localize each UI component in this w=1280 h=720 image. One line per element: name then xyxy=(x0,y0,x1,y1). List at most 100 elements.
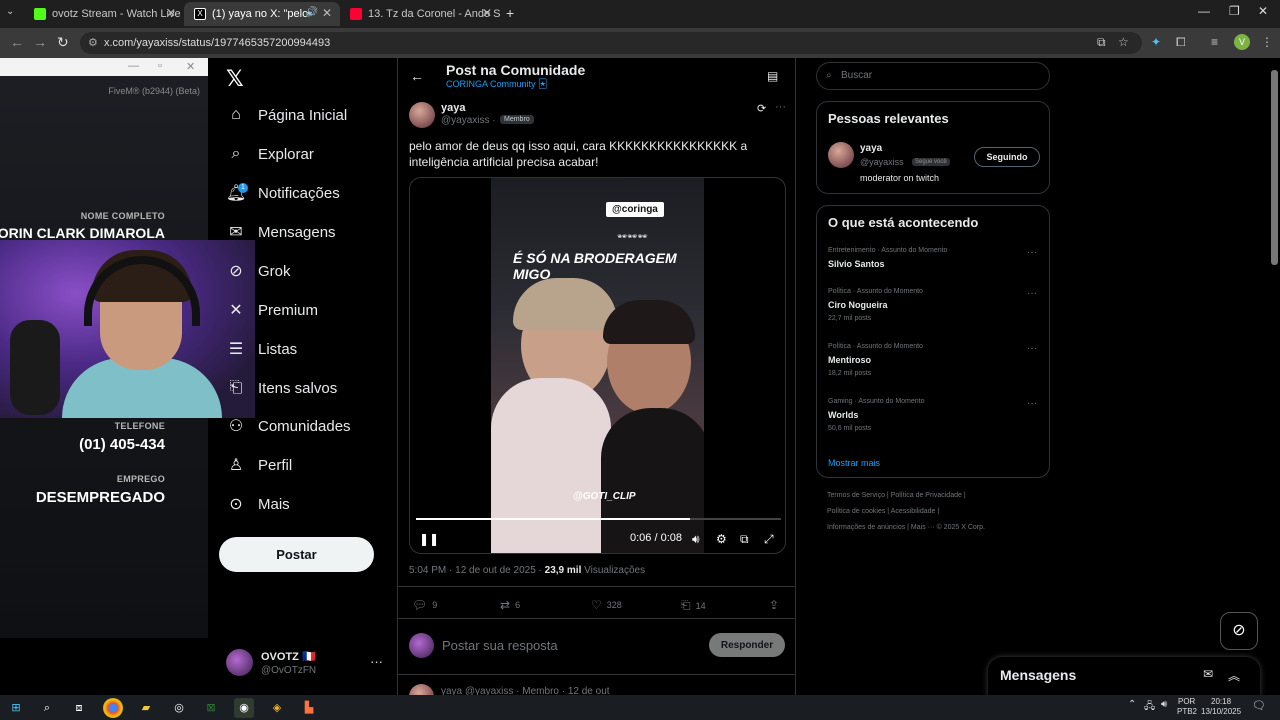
author-avatar[interactable] xyxy=(409,102,435,128)
reply-button[interactable]: Responder xyxy=(709,633,785,657)
app-icon[interactable]: ⊠ xyxy=(201,698,221,718)
trend-more-icon[interactable]: ··· xyxy=(1027,398,1037,409)
nav-item-notifications[interactable]: 🔔︎ 1 Notificações xyxy=(226,178,340,208)
trend-more-icon[interactable]: ··· xyxy=(1027,247,1037,258)
trend-more-icon[interactable]: ··· xyxy=(1027,288,1037,299)
nav-item-messages[interactable]: ✉ Mensagens xyxy=(226,217,335,247)
close-tab-icon[interactable]: ✕ xyxy=(166,6,176,20)
notification-center-icon[interactable]: 🗨︎ xyxy=(1252,699,1266,712)
game-icon[interactable]: ◈ xyxy=(267,698,287,718)
nav-item-bookmarks[interactable]: ⎗ Itens salvos xyxy=(226,373,338,403)
windows-start-icon[interactable]: ⊞ xyxy=(6,698,26,718)
trend-more-icon[interactable]: ··· xyxy=(1027,343,1037,354)
overlay-close-icon[interactable]: ✕ xyxy=(186,60,195,73)
post-more-icon[interactable]: ··· xyxy=(775,101,786,113)
community-link[interactable]: CORINGA Community 🃏 xyxy=(446,79,547,90)
nav-item-home[interactable]: ⌂ Página Inicial xyxy=(226,100,347,130)
trend-name[interactable]: Worlds xyxy=(828,410,858,420)
share-action[interactable]: ⇪ xyxy=(769,598,779,612)
author-name[interactable]: yaya xyxy=(441,102,465,114)
volume-icon[interactable]: 🔊︎ xyxy=(1161,699,1167,710)
search-icon[interactable]: ⌕ xyxy=(37,698,57,718)
tab-kick-stream[interactable]: ovotz Stream - Watch Live on K ✕ xyxy=(24,2,184,26)
chrome-active-icon[interactable]: ◉ xyxy=(234,698,254,718)
media-control-icon[interactable]: ≡ xyxy=(1211,35,1218,49)
tab-youtube[interactable]: 13. Tz da Coronel - Ando Só (V ✕ xyxy=(340,2,500,26)
reply-input[interactable]: Postar sua resposta xyxy=(442,638,558,653)
footer-links[interactable]: Informações de anúncios | Mais ··· © 202… xyxy=(827,524,985,531)
following-button[interactable]: Seguindo xyxy=(974,147,1040,167)
reply-action[interactable]: 💬︎ 9 xyxy=(412,598,437,612)
reader-icon[interactable]: ▤ xyxy=(767,69,778,83)
trend-name[interactable]: Mentiroso xyxy=(828,355,871,365)
tab-x-post[interactable]: X (1) yaya no X: "pelo amor d 🔊 ✕ xyxy=(184,2,340,26)
language-indicator[interactable]: POR xyxy=(1178,697,1195,706)
fullscreen-icon[interactable]: ⤢ xyxy=(764,532,774,547)
clock-time[interactable]: 20:18 xyxy=(1211,697,1231,706)
show-more-link[interactable]: Mostrar mais xyxy=(828,458,880,468)
restore-icon[interactable]: ❐ xyxy=(1229,4,1240,18)
clock-date[interactable]: 13/10/2025 xyxy=(1201,707,1241,716)
volume-icon[interactable]: 🔊︎ xyxy=(692,532,700,547)
picture-in-picture-icon[interactable]: ⧉ xyxy=(740,532,749,547)
nav-item-premium[interactable]: ✕ Premium xyxy=(226,295,318,325)
obs-icon[interactable]: ◎ xyxy=(169,698,189,718)
fivem-icon[interactable]: ▙ xyxy=(299,698,319,718)
site-info-icon[interactable]: ⚙ xyxy=(88,32,98,54)
nav-item-lists[interactable]: ☰ Listas xyxy=(226,334,297,364)
tab-list-icon[interactable]: ⌄ xyxy=(6,6,14,17)
install-app-icon[interactable]: ⧉ xyxy=(1097,35,1106,50)
close-tab-icon[interactable]: ✕ xyxy=(322,6,332,20)
profile-avatar-icon[interactable]: V xyxy=(1234,34,1250,50)
trend-name[interactable]: Silvio Santos xyxy=(828,259,885,269)
account-avatar[interactable] xyxy=(226,649,253,676)
file-explorer-icon[interactable]: ▰ xyxy=(136,698,156,718)
repost-action[interactable]: ⇄ 6 xyxy=(500,598,520,612)
search-input[interactable]: ⌕ Buscar xyxy=(816,62,1050,90)
messages-drawer[interactable]: Mensagens ✉ ︽ xyxy=(988,657,1260,697)
video-progress-bar[interactable] xyxy=(416,518,781,520)
footer-links[interactable]: Política de cookies | Acessibilidade | xyxy=(827,508,939,515)
keyboard-layout[interactable]: PTB2 xyxy=(1177,707,1197,716)
relevant-name[interactable]: yaya xyxy=(860,143,882,154)
nav-item-profile[interactable]: ♙ Perfil xyxy=(226,450,292,480)
close-window-icon[interactable]: ✕ xyxy=(1258,4,1268,18)
back-arrow-icon[interactable]: ← xyxy=(410,68,424,84)
network-icon[interactable]: 🖧︎ xyxy=(1144,699,1155,716)
account-more-icon[interactable]: ··· xyxy=(370,654,383,669)
x-logo-icon[interactable]: 𝕏 xyxy=(226,66,244,92)
relevant-handle[interactable]: @yayaxiss xyxy=(860,157,904,167)
nav-item-explore[interactable]: ⌕ Explorar xyxy=(226,139,314,169)
reload-icon[interactable]: ↻ xyxy=(57,34,69,51)
grok-explain-icon[interactable]: ⟳ xyxy=(757,102,766,115)
tray-chevron-icon[interactable]: ⌃ xyxy=(1128,699,1136,710)
chrome-icon[interactable] xyxy=(103,698,123,718)
menu-kebab-icon[interactable]: ⋮ xyxy=(1261,35,1273,49)
overlay-minimize-icon[interactable]: — xyxy=(128,60,139,72)
forward-icon[interactable]: → xyxy=(33,34,47,50)
minimize-icon[interactable]: — xyxy=(1198,4,1210,18)
trend-name[interactable]: Ciro Nogueira xyxy=(828,300,888,310)
relevant-avatar[interactable] xyxy=(828,142,854,168)
post-button[interactable]: Postar xyxy=(219,537,374,572)
address-bar[interactable]: ⚙ x.com/yayaxiss/status/1977465357200994… xyxy=(80,32,1142,54)
expand-chevron-icon[interactable]: ︽ xyxy=(1228,667,1240,684)
footer-links[interactable]: Termos de Serviço | Política de Privacid… xyxy=(827,492,966,499)
nav-item-communities[interactable]: ⚇ Comunidades xyxy=(226,411,351,441)
author-handle[interactable]: @yayaxiss · xyxy=(441,115,496,126)
extension-icon[interactable]: ✦ xyxy=(1151,35,1161,49)
close-tab-icon[interactable]: ✕ xyxy=(482,6,492,20)
overlay-restore-icon[interactable]: ▫ xyxy=(158,60,162,72)
back-icon[interactable]: ← xyxy=(10,34,24,50)
extensions-puzzle-icon[interactable]: ⧠ xyxy=(1176,35,1186,50)
page-scrollbar[interactable] xyxy=(1271,70,1278,265)
video-player[interactable]: @coringa 🕶🕶🕶 É SÓ NA BRODERAGEM MIGO @GO… xyxy=(409,177,786,554)
new-message-icon[interactable]: ✉ xyxy=(1203,667,1213,681)
bookmark-star-icon[interactable]: ☆ xyxy=(1118,35,1129,49)
new-tab-icon[interactable]: + xyxy=(506,5,514,21)
pause-icon[interactable]: ❚❚ xyxy=(419,532,439,546)
speaker-icon[interactable]: 🔊 xyxy=(306,7,318,18)
task-view-icon[interactable]: ⧈ xyxy=(69,698,89,718)
settings-gear-icon[interactable]: ⚙ xyxy=(716,532,727,546)
grok-fab-icon[interactable]: ⊘ xyxy=(1220,612,1258,650)
